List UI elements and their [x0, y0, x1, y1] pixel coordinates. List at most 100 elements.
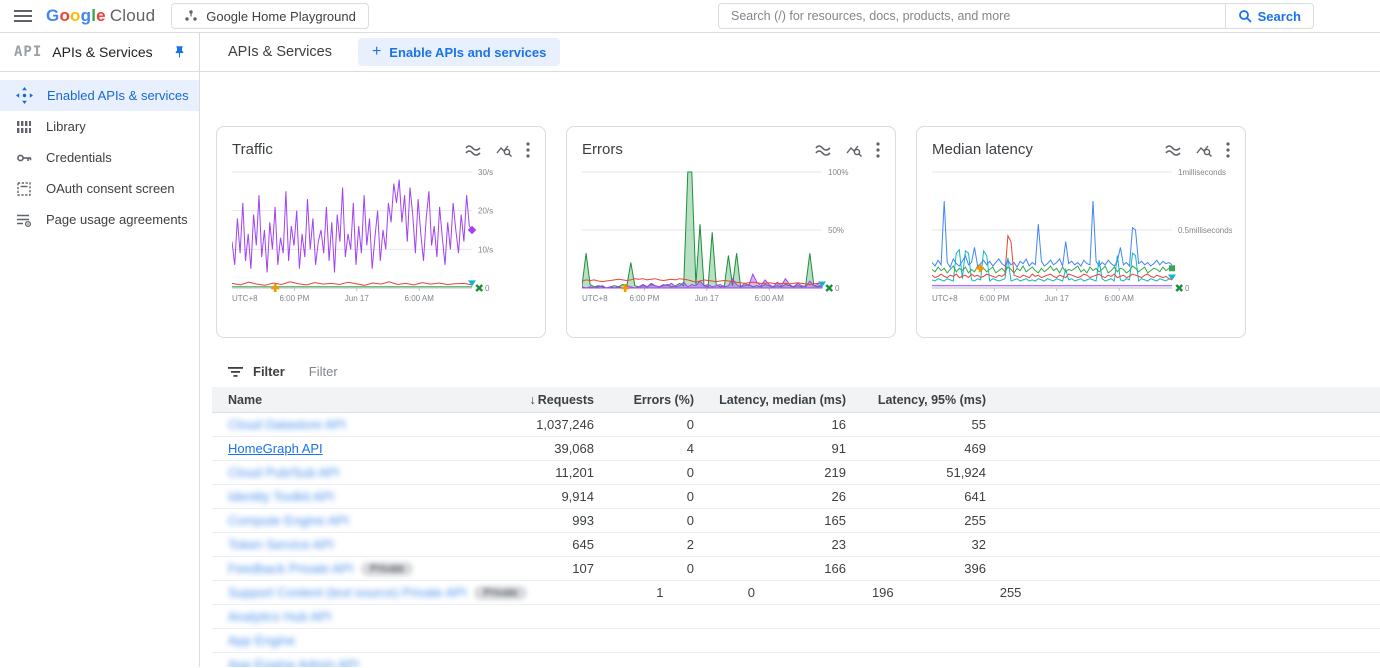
filter-input[interactable]	[309, 364, 609, 379]
api-name-link[interactable]: Compute Engine API	[228, 513, 349, 528]
svg-text:Jun 17: Jun 17	[695, 294, 720, 303]
api-name-link[interactable]: Token Service API	[228, 537, 334, 552]
cell-errors: 2	[598, 537, 698, 552]
more-options-icon[interactable]	[1226, 142, 1230, 158]
search-button-label: Search	[1258, 9, 1301, 24]
svg-text:30/s: 30/s	[478, 168, 493, 177]
explore-chart-icon[interactable]	[1196, 143, 1212, 157]
private-badge: Private	[474, 586, 526, 600]
column-header-errors-[interactable]: Errors (%)	[598, 393, 698, 407]
api-name-link[interactable]: Identity Toolkit API	[228, 489, 334, 504]
svg-text:100%: 100%	[828, 168, 848, 177]
private-badge: Private	[361, 562, 413, 576]
cell-latency_95: 255	[850, 513, 990, 528]
cell-requests: 39,068	[448, 441, 598, 456]
cell-latency_median: 26	[698, 489, 850, 504]
svg-text:6:00 AM: 6:00 AM	[405, 294, 435, 303]
table-row: Analytics Hub API	[212, 605, 1380, 629]
cell-latency_median: 196	[759, 585, 898, 600]
cell-errors: 0	[598, 561, 698, 576]
sidebar-item-label: Page usage agreements	[46, 212, 188, 227]
chart-card-median-latency: Median latency 1milliseconds 0.5milliseco…	[916, 126, 1246, 338]
column-header-latency-95-ms-[interactable]: Latency, 95% (ms)	[850, 393, 990, 407]
sidebar-item-oauth-consent-screen[interactable]: OAuth consent screen	[0, 173, 199, 204]
svg-text:6:00 PM: 6:00 PM	[630, 294, 660, 303]
api-name-link[interactable]: App Engine Admin API	[228, 657, 359, 667]
search-icon	[1238, 9, 1252, 23]
top-bar: Google Cloud Google Home Playground Sear…	[0, 0, 1380, 33]
table-row: Compute Engine API9930165255	[212, 509, 1380, 533]
median-latency-chart: 1milliseconds0.5millisecondsUTC+86:00 PM…	[932, 158, 1232, 316]
api-name-link[interactable]: Analytics Hub API	[228, 609, 331, 624]
sidebar-item-label: OAuth consent screen	[46, 181, 175, 196]
logo-cloud-word: Cloud	[110, 6, 155, 26]
cell-errors: 4	[598, 441, 698, 456]
chart-card-header: Median latency	[932, 141, 1230, 158]
cell-latency_median: 166	[698, 561, 850, 576]
table-row: Cloud Pub/Sub API11,201021951,924	[212, 461, 1380, 485]
smoothing-icon[interactable]	[814, 143, 832, 157]
search-input[interactable]	[719, 4, 1225, 28]
cell-latency_95: 396	[850, 561, 990, 576]
google-cloud-logo[interactable]: Google Cloud	[46, 6, 155, 26]
project-selector[interactable]: Google Home Playground	[171, 3, 369, 29]
page-header: APIs & Services + Enable APIs and servic…	[200, 33, 1380, 71]
menu-icon[interactable]	[0, 0, 46, 32]
sidebar-item-credentials[interactable]: Credentials	[0, 142, 199, 173]
product-header-left: API APIs & Services	[0, 33, 200, 71]
cell-latency_median: 219	[698, 465, 850, 480]
sidebar-item-label: Enabled APIs & services	[47, 88, 189, 103]
svg-text:6:00 PM: 6:00 PM	[980, 294, 1010, 303]
svg-text:0.5milliseconds: 0.5milliseconds	[1178, 226, 1232, 235]
table-row: Feedback Private APIPrivate1070166396	[212, 557, 1380, 581]
explore-chart-icon[interactable]	[496, 143, 512, 157]
svg-text:6:00 AM: 6:00 AM	[1105, 294, 1135, 303]
cell-requests: 993	[448, 513, 598, 528]
column-header-latency-median-ms-[interactable]: Latency, median (ms)	[698, 393, 850, 407]
more-options-icon[interactable]	[876, 142, 880, 158]
page-title: APIs & Services	[228, 44, 332, 60]
filter-bar: Filter	[212, 364, 1380, 379]
project-name: Google Home Playground	[206, 9, 356, 24]
api-name-link[interactable]: HomeGraph API	[228, 441, 323, 456]
svg-text:UTC+8: UTC+8	[232, 294, 258, 303]
errors-chart: 100%50%UTC+86:00 PMJun 176:00 AM0	[582, 158, 882, 316]
table-row: Token Service API64522332	[212, 533, 1380, 557]
cell-latency_95: 255	[898, 585, 1026, 600]
cell-latency_95: 641	[850, 489, 990, 504]
svg-text:1milliseconds: 1milliseconds	[1178, 168, 1226, 177]
sidebar-item-library[interactable]: Library	[0, 111, 199, 142]
sidebar-item-enabled-apis-services[interactable]: Enabled APIs & services	[0, 80, 199, 111]
smoothing-icon[interactable]	[464, 143, 482, 157]
explore-chart-icon[interactable]	[846, 143, 862, 157]
cell-errors: 0	[598, 513, 698, 528]
search-button[interactable]: Search	[1225, 4, 1313, 28]
column-header-name[interactable]: Name	[212, 393, 448, 407]
plus-icon: +	[372, 43, 381, 61]
sidebar-item-page-usage-agreements[interactable]: Page usage agreements	[0, 204, 199, 235]
more-options-icon[interactable]	[526, 142, 530, 158]
api-name-link[interactable]: Cloud Datastore API	[228, 417, 346, 432]
cell-latency_95: 32	[850, 537, 990, 552]
column-header-requests[interactable]: ↓Requests	[448, 393, 598, 407]
table-row: Cloud Datastore API1,037,24601655	[212, 413, 1380, 437]
chart-title: Errors	[582, 141, 623, 158]
svg-text:0: 0	[1185, 284, 1190, 293]
api-name-link[interactable]: Feedback Private API	[228, 561, 353, 576]
table-row: App Engine Admin API	[212, 653, 1380, 667]
filter-icon	[228, 366, 243, 378]
cell-errors: 0	[598, 465, 698, 480]
smoothing-icon[interactable]	[1164, 143, 1182, 157]
chart-card-traffic: Traffic 30/s20/s10/sUTC+86:00 PMJun 176:…	[216, 126, 546, 338]
api-name-link[interactable]: Cloud Pub/Sub API	[228, 465, 339, 480]
api-name-link[interactable]: Support Content (text source) Private AP…	[228, 585, 466, 600]
svg-text:Jun 17: Jun 17	[1045, 294, 1070, 303]
api-table: Name↓RequestsErrors (%)Latency, median (…	[212, 387, 1380, 667]
svg-text:0: 0	[485, 284, 490, 293]
library-icon	[16, 119, 32, 135]
oauth-icon	[16, 181, 32, 197]
sidebar-item-label: Library	[46, 119, 86, 134]
api-name-link[interactable]: App Engine	[228, 633, 295, 648]
enable-apis-button[interactable]: + Enable APIs and services	[358, 38, 560, 66]
pin-icon[interactable]	[172, 45, 187, 60]
